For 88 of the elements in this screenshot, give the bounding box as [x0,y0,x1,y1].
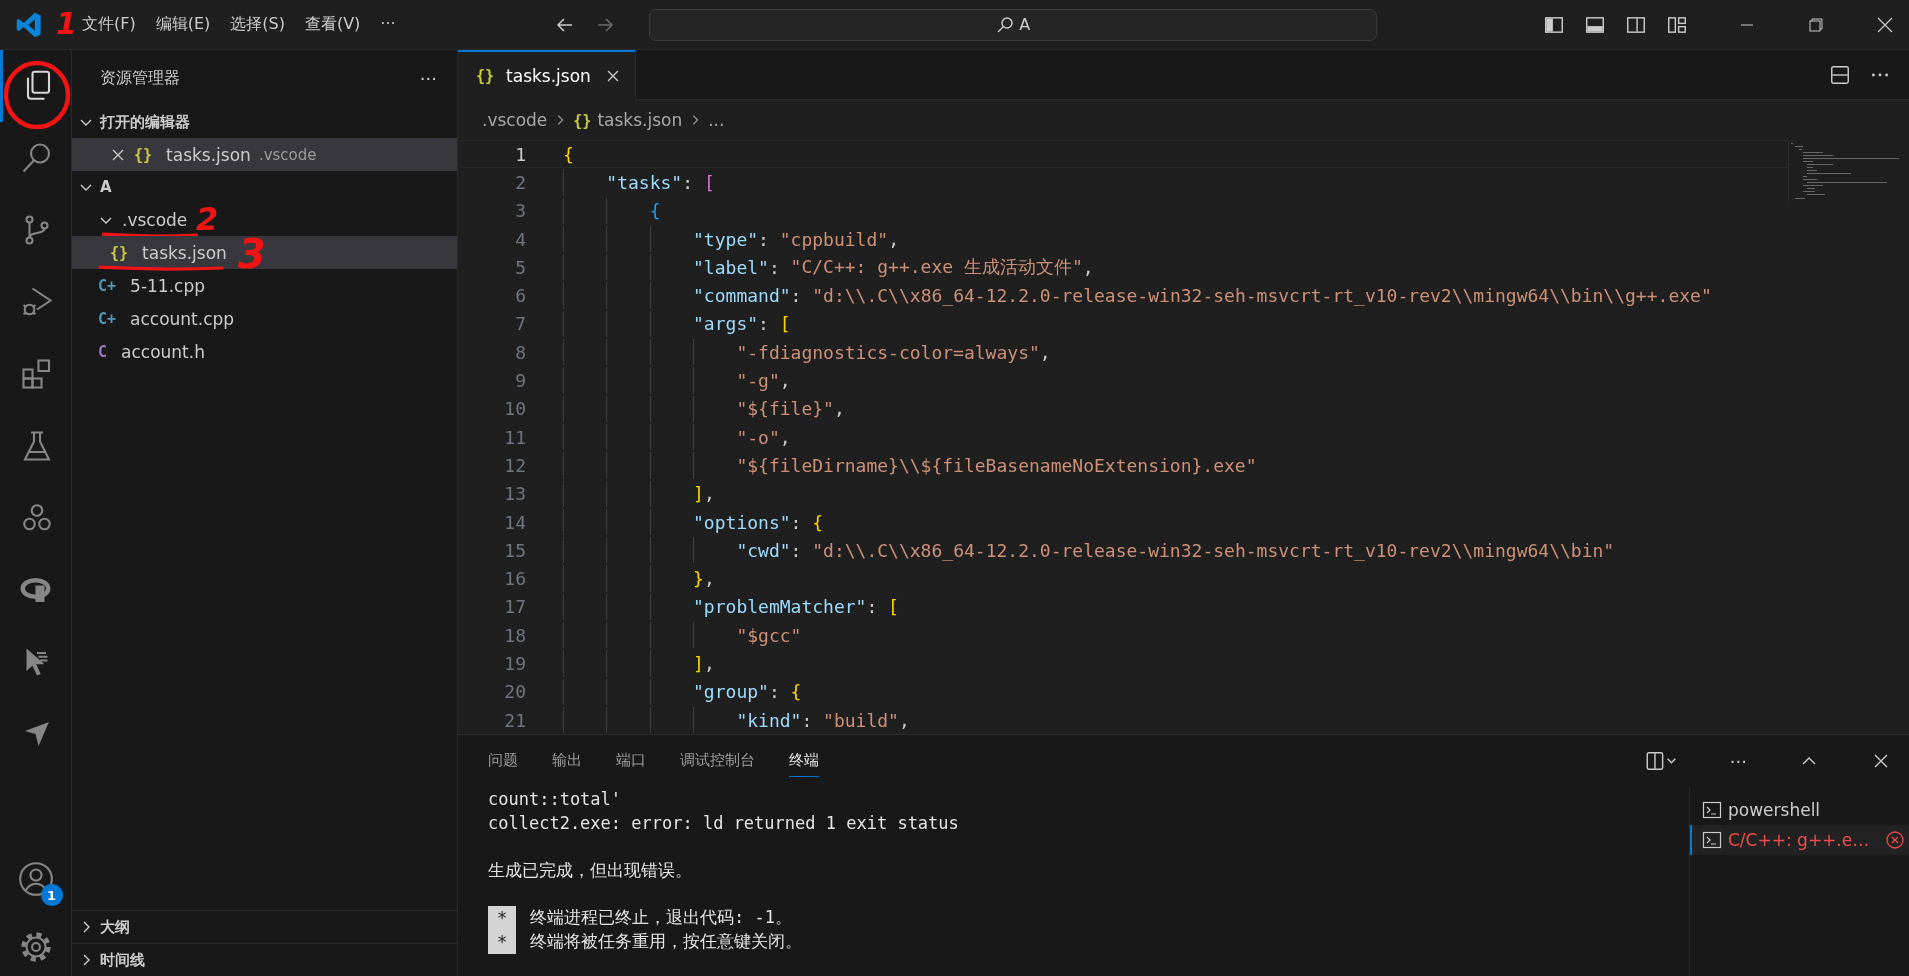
terminal-line: 生成已完成，但出现错误。 [488,858,692,882]
code-line: ], [563,650,715,677]
panel-tab[interactable]: 调试控制台 [680,745,755,777]
code-line: "command": "d:\\.C\\x86_64-12.2.0-release-win32-seh-msvcrt-rt_v10-rev2\\mingw64\\bin\\g++.exe" [563,282,1712,309]
editor-tab[interactable]: {} tasks.json [458,49,636,100]
panel-tab[interactable]: 问题 [488,745,518,777]
app-logo-icon [15,10,43,39]
line-number: 21 [503,709,526,731]
code-line: "${fileDirname}\\${fileBasenameNoExtension}.exe" [563,452,1257,479]
code-line: "tasks": [ [563,169,715,196]
terminal-line: 终端将被任务重用，按任意键关闭。 [530,930,802,954]
search-field[interactable]: A [648,8,1377,41]
code-line: "problemMatcher": [ [563,593,899,621]
error-icon [1885,830,1905,850]
code-line: "type": "cppbuild", [563,225,899,253]
code-line: ], [563,480,715,507]
line-number: 7 [514,313,526,335]
breadcrumb-item[interactable]: {} tasks.json [573,110,683,130]
line-number: 16 [503,568,526,590]
line-number: 8 [514,341,526,363]
code-line: }, [563,565,715,592]
account-icon[interactable] [16,860,55,898]
code-line: { [563,142,574,167]
more-actions[interactable]: ··· [1729,750,1747,772]
panel-tab[interactable]: 输出 [552,745,582,777]
line-number: 14 [503,511,526,533]
open-editor-item[interactable]: {} tasks.json .vscode [72,138,457,171]
code-line: "group": { [563,678,802,705]
terminal-item[interactable]: powershell [1690,795,1909,825]
panel-tab[interactable]: 端口 [616,745,646,777]
hand-written-number: 2 [196,203,219,235]
search-value: A [1019,15,1031,34]
line-number: 2 [514,171,526,193]
folder-item[interactable]: .vscode 2 [72,203,457,236]
menu-item[interactable]: 查看(V) [295,10,370,39]
code-line: "-g", [563,367,791,394]
line-number: 19 [503,653,526,674]
terminal-line: count::total' [488,788,622,809]
code-line: "cwd": "d:\\.C\\x86_64-12.2.0-release-win32-seh-msvcrt-rt_v10-rev2\\mingw64\\bin" [563,537,1615,564]
code-line: "-fdiagnostics-color=always", [563,339,1051,366]
line-number: 20 [503,681,526,703]
line-number: 10 [503,398,526,420]
notice-marker: * [488,906,516,930]
file-item[interactable]: {} tasks.json 3 [72,236,457,269]
line-number: 1 [514,143,526,165]
line-number: 9 [514,370,526,391]
panel-tab[interactable]: 终端 [789,745,819,777]
section-title[interactable]: 打开的编辑器 [100,112,190,132]
code-line: "args": [ [563,310,791,338]
search-icon [995,14,1016,35]
line-number: 18 [503,624,526,646]
line-number: 12 [503,454,526,476]
terminal-item[interactable]: C/C++: g++.e… [1690,825,1909,855]
notice-marker: * [488,929,516,954]
code-line: "${file}", [563,395,845,422]
menu-item[interactable]: 选择(S) [221,10,294,39]
line-number: 15 [503,539,526,561]
code-line: "$gcc" [563,622,802,649]
notification-badge: 1 [40,884,63,906]
code-line: "label": "C/C++: g++.exe 生成活动文件", [563,254,1094,281]
code-line: "kind": "build", [563,706,910,734]
breadcrumb-item[interactable]: ... [708,110,725,130]
line-number: 3 [514,200,526,222]
section-title[interactable]: 大纲 [100,917,130,937]
line-number: 13 [503,483,526,505]
breadcrumb-item[interactable]: .vscode [482,110,548,130]
line-number: 11 [503,426,526,448]
terminal-icon [1702,800,1722,820]
terminal-icon [1702,830,1722,850]
file-item[interactable]: C+ account.cpp [72,302,457,335]
menu-item[interactable]: 编辑(E) [146,10,220,39]
more-actions[interactable]: ··· [419,67,437,89]
section-title[interactable]: A [100,178,112,196]
split-editor-icon[interactable] [1829,63,1851,86]
sidebar-title: 资源管理器 [100,67,180,89]
code-line: { [563,197,661,224]
terminal-line: collect2.exe: error: ld returned 1 exit status [488,812,959,833]
hand-drawn-circle [3,60,71,130]
line-number: 5 [514,256,526,278]
code-line: "-o", [563,423,791,451]
file-item[interactable]: C account.h [72,335,457,368]
section-title[interactable]: 时间线 [100,950,145,970]
line-number: 4 [514,228,526,250]
code-line: "options": { [563,508,824,536]
line-number: 17 [503,596,526,618]
terminal-line: 终端进程已终止，退出代码: -1。 [530,906,792,930]
line-number: 6 [514,285,526,307]
more-menu[interactable]: ··· [371,10,405,39]
